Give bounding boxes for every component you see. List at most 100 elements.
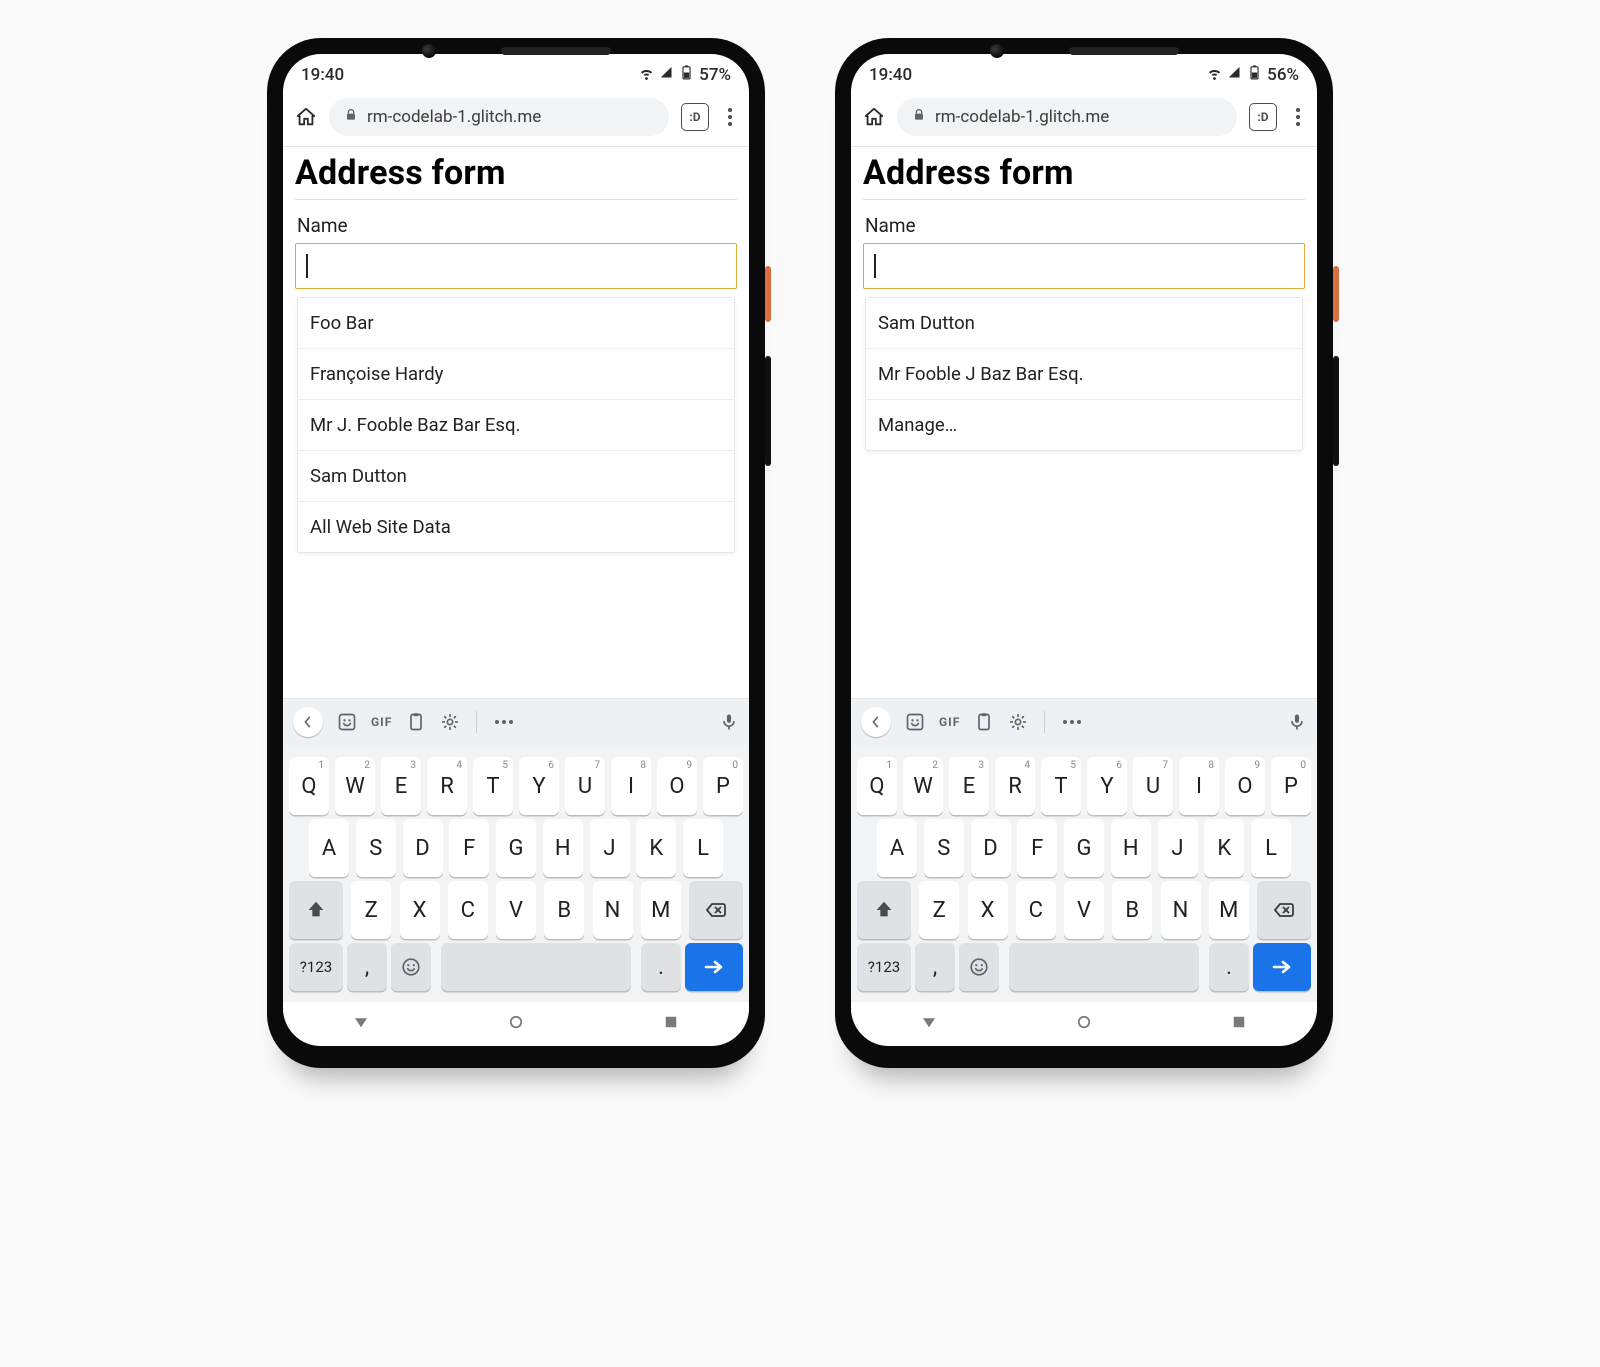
gif-button[interactable]: GIF [371,715,392,729]
key-H[interactable]: H [543,819,583,877]
sticker-icon[interactable] [337,712,357,732]
key-F[interactable]: F [449,819,489,877]
autofill-suggestion[interactable]: Françoise Hardy [298,348,734,399]
key-J[interactable]: J [1158,819,1198,877]
key-I[interactable]: I8 [1179,757,1219,815]
name-input[interactable] [863,243,1305,289]
key-P[interactable]: P0 [703,757,743,815]
key-T[interactable]: T5 [473,757,513,815]
key-Y[interactable]: Y6 [1087,757,1127,815]
key-A[interactable]: A [309,819,349,877]
collapse-icon[interactable] [861,707,891,737]
gif-button[interactable]: GIF [939,715,960,729]
key-H[interactable]: H [1111,819,1151,877]
overflow-menu-icon[interactable] [721,108,739,126]
key-S[interactable]: S [924,819,964,877]
nav-home-icon[interactable] [507,1013,525,1035]
emoji-key[interactable] [391,943,431,991]
enter-key[interactable] [685,943,743,991]
key-M[interactable]: M [1209,881,1249,939]
comma-key[interactable]: , [915,943,955,991]
key-Z[interactable]: Z [919,881,959,939]
key-B[interactable]: B [544,881,584,939]
mic-icon[interactable] [1287,712,1307,732]
shift-key[interactable] [857,881,911,939]
key-N[interactable]: N [593,881,633,939]
enter-key[interactable] [1253,943,1311,991]
key-M[interactable]: M [641,881,681,939]
key-U[interactable]: U7 [1133,757,1173,815]
period-key[interactable]: . [641,943,681,991]
mic-icon[interactable] [719,712,739,732]
period-key[interactable]: . [1209,943,1249,991]
overflow-menu-icon[interactable] [1289,108,1307,126]
space-key[interactable] [441,943,631,991]
key-Q[interactable]: Q1 [289,757,329,815]
emoji-key[interactable] [959,943,999,991]
reader-mode-icon[interactable]: :D [1249,103,1277,131]
url-bar[interactable]: rm-codelab-1.glitch.me [329,98,669,136]
more-icon[interactable] [495,720,513,724]
key-T[interactable]: T5 [1041,757,1081,815]
home-icon[interactable] [295,106,317,128]
key-P[interactable]: P0 [1271,757,1311,815]
key-G[interactable]: G [1064,819,1104,877]
key-D[interactable]: D [971,819,1011,877]
key-U[interactable]: U7 [565,757,605,815]
key-S[interactable]: S [356,819,396,877]
reader-mode-icon[interactable]: :D [681,103,709,131]
key-R[interactable]: R4 [995,757,1035,815]
key-C[interactable]: C [1016,881,1056,939]
symbols-key[interactable]: ?123 [289,943,343,991]
key-K[interactable]: K [636,819,676,877]
autofill-suggestion[interactable]: Mr Fooble J Baz Bar Esq. [866,348,1302,399]
space-key[interactable] [1009,943,1199,991]
key-F[interactable]: F [1017,819,1057,877]
settings-icon[interactable] [1008,712,1028,732]
home-icon[interactable] [863,106,885,128]
key-G[interactable]: G [496,819,536,877]
backspace-key[interactable] [1257,881,1311,939]
nav-back-icon[interactable] [920,1013,938,1035]
key-O[interactable]: O9 [1225,757,1265,815]
key-W[interactable]: W2 [335,757,375,815]
key-E[interactable]: E3 [949,757,989,815]
backspace-key[interactable] [689,881,743,939]
autofill-suggestion[interactable]: Mr J. Fooble Baz Bar Esq. [298,399,734,450]
url-bar[interactable]: rm-codelab-1.glitch.me [897,98,1237,136]
key-D[interactable]: D [403,819,443,877]
nav-recent-icon[interactable] [662,1013,680,1035]
key-C[interactable]: C [448,881,488,939]
nav-recent-icon[interactable] [1230,1013,1248,1035]
clipboard-icon[interactable] [974,712,994,732]
key-B[interactable]: B [1112,881,1152,939]
key-E[interactable]: E3 [381,757,421,815]
autofill-suggestion[interactable]: Foo Bar [298,298,734,348]
key-Z[interactable]: Z [351,881,391,939]
key-L[interactable]: L [1251,819,1291,877]
nav-home-icon[interactable] [1075,1013,1093,1035]
comma-key[interactable]: , [347,943,387,991]
more-icon[interactable] [1063,720,1081,724]
settings-icon[interactable] [440,712,460,732]
autofill-suggestion[interactable]: All Web Site Data [298,501,734,552]
key-N[interactable]: N [1161,881,1201,939]
collapse-icon[interactable] [293,707,323,737]
key-Q[interactable]: Q1 [857,757,897,815]
nav-back-icon[interactable] [352,1013,370,1035]
key-Y[interactable]: Y6 [519,757,559,815]
shift-key[interactable] [289,881,343,939]
key-I[interactable]: I8 [611,757,651,815]
key-L[interactable]: L [683,819,723,877]
key-A[interactable]: A [877,819,917,877]
autofill-suggestion[interactable]: Sam Dutton [298,450,734,501]
name-input[interactable] [295,243,737,289]
key-V[interactable]: V [496,881,536,939]
key-J[interactable]: J [590,819,630,877]
clipboard-icon[interactable] [406,712,426,732]
key-R[interactable]: R4 [427,757,467,815]
key-W[interactable]: W2 [903,757,943,815]
key-X[interactable]: X [968,881,1008,939]
autofill-suggestion[interactable]: Manage… [866,399,1302,450]
autofill-suggestion[interactable]: Sam Dutton [866,298,1302,348]
